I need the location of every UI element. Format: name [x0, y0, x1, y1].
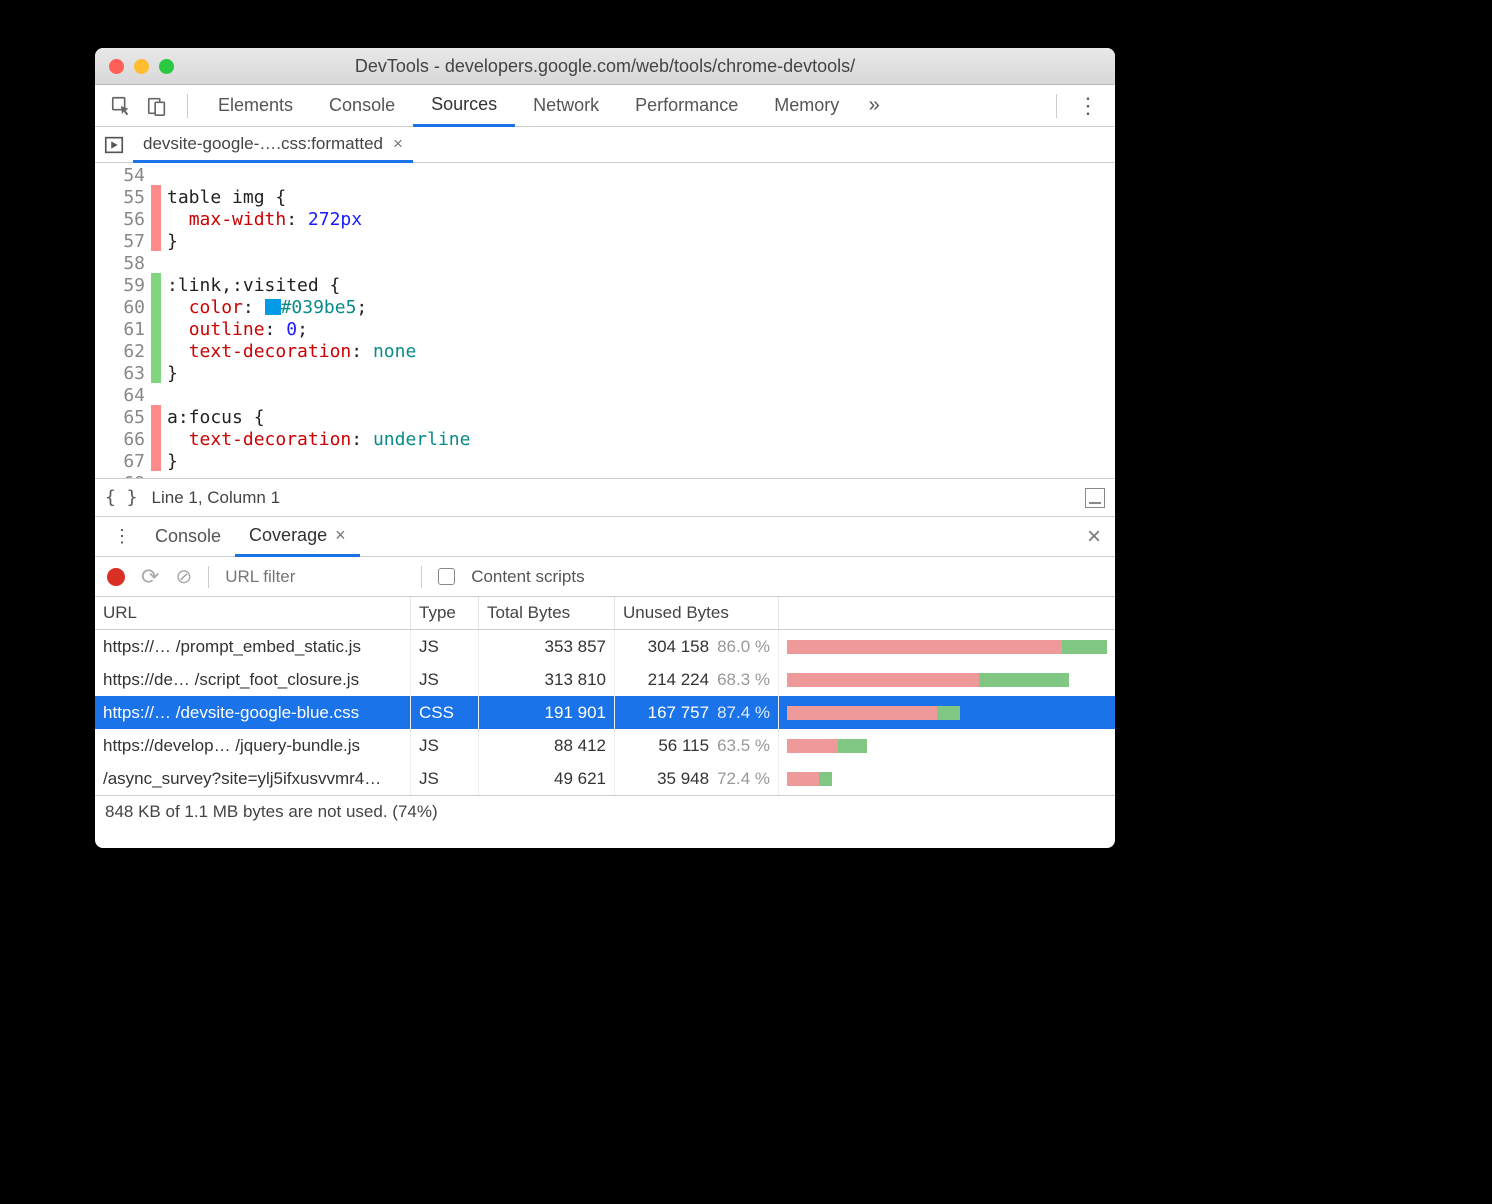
url-filter-input[interactable]	[225, 567, 405, 587]
code-body: table img { max-width: 272px}:link,:visi…	[161, 163, 470, 478]
show-navigator-icon[interactable]	[95, 134, 133, 156]
drawer-tab-console[interactable]: Console	[141, 517, 235, 556]
tab-memory[interactable]: Memory	[756, 85, 857, 126]
main-tabs: ElementsConsoleSourcesNetworkPerformance…	[95, 85, 1115, 127]
col-total[interactable]: Total Bytes	[479, 597, 615, 629]
drawer-tab-coverage[interactable]: Coverage×	[235, 518, 360, 557]
tab-elements[interactable]: Elements	[200, 85, 311, 126]
pretty-print-icon[interactable]: { }	[105, 487, 138, 508]
coverage-row[interactable]: https://… /prompt_embed_static.jsJS353 8…	[95, 630, 1115, 663]
close-window-button[interactable]	[109, 59, 124, 74]
code-editor[interactable]: 545556575859606162636465666768 table img…	[95, 163, 1115, 479]
cursor-position: Line 1, Column 1	[152, 488, 281, 508]
devtools-window: DevTools - developers.google.com/web/too…	[95, 48, 1115, 848]
minimize-window-button[interactable]	[134, 59, 149, 74]
toggle-sidebar-icon[interactable]	[1085, 488, 1105, 508]
file-tab-label: devsite-google-….css:formatted	[143, 134, 383, 154]
coverage-gutter	[151, 163, 161, 478]
line-gutter: 545556575859606162636465666768	[95, 163, 151, 478]
window-title: DevTools - developers.google.com/web/too…	[95, 56, 1115, 77]
col-unused[interactable]: Unused Bytes	[615, 597, 779, 629]
coverage-table: URL Type Total Bytes Unused Bytes https:…	[95, 597, 1115, 827]
tab-performance[interactable]: Performance	[617, 85, 756, 126]
settings-kebab-icon[interactable]: ⋮	[1069, 93, 1107, 119]
content-scripts-label: Content scripts	[471, 567, 584, 587]
col-url[interactable]: URL	[95, 597, 411, 629]
reload-icon[interactable]: ⟳	[141, 564, 159, 590]
titlebar: DevTools - developers.google.com/web/too…	[95, 48, 1115, 85]
file-tab[interactable]: devsite-google-….css:formatted ×	[133, 128, 413, 163]
coverage-row[interactable]: https://de… /script_foot_closure.jsJS313…	[95, 663, 1115, 696]
coverage-row[interactable]: https://… /devsite-google-blue.cssCSS191…	[95, 696, 1115, 729]
more-tabs-button[interactable]: »	[857, 94, 891, 117]
content-scripts-checkbox[interactable]	[438, 568, 455, 585]
close-drawer-icon[interactable]: ×	[1081, 523, 1107, 551]
tab-console[interactable]: Console	[311, 85, 413, 126]
zoom-window-button[interactable]	[159, 59, 174, 74]
tab-network[interactable]: Network	[515, 85, 617, 126]
coverage-row[interactable]: https://develop… /jquery-bundle.jsJS88 4…	[95, 729, 1115, 762]
drawer-tabs: ⋮ ConsoleCoverage× ×	[95, 517, 1115, 557]
coverage-toolbar: ⟳ ⊘ Content scripts	[95, 557, 1115, 597]
file-tabs: devsite-google-….css:formatted ×	[95, 127, 1115, 163]
inspect-element-icon[interactable]	[103, 95, 139, 117]
close-drawer-tab-icon[interactable]: ×	[335, 525, 346, 546]
col-type[interactable]: Type	[411, 597, 479, 629]
col-bar	[779, 597, 1115, 629]
record-button[interactable]	[107, 568, 125, 586]
drawer-more-icon[interactable]: ⋮	[103, 526, 141, 547]
editor-status-bar: { } Line 1, Column 1	[95, 479, 1115, 517]
device-toolbar-icon[interactable]	[139, 95, 175, 117]
tab-sources[interactable]: Sources	[413, 86, 515, 127]
coverage-summary: 848 KB of 1.1 MB bytes are not used. (74…	[95, 795, 1115, 827]
coverage-table-header: URL Type Total Bytes Unused Bytes	[95, 597, 1115, 630]
traffic-lights	[109, 59, 174, 74]
clear-icon[interactable]: ⊘	[175, 564, 192, 589]
coverage-row[interactable]: /async_survey?site=ylj5ifxusvvmr4…JS49 6…	[95, 762, 1115, 795]
close-file-tab-icon[interactable]: ×	[393, 134, 403, 154]
